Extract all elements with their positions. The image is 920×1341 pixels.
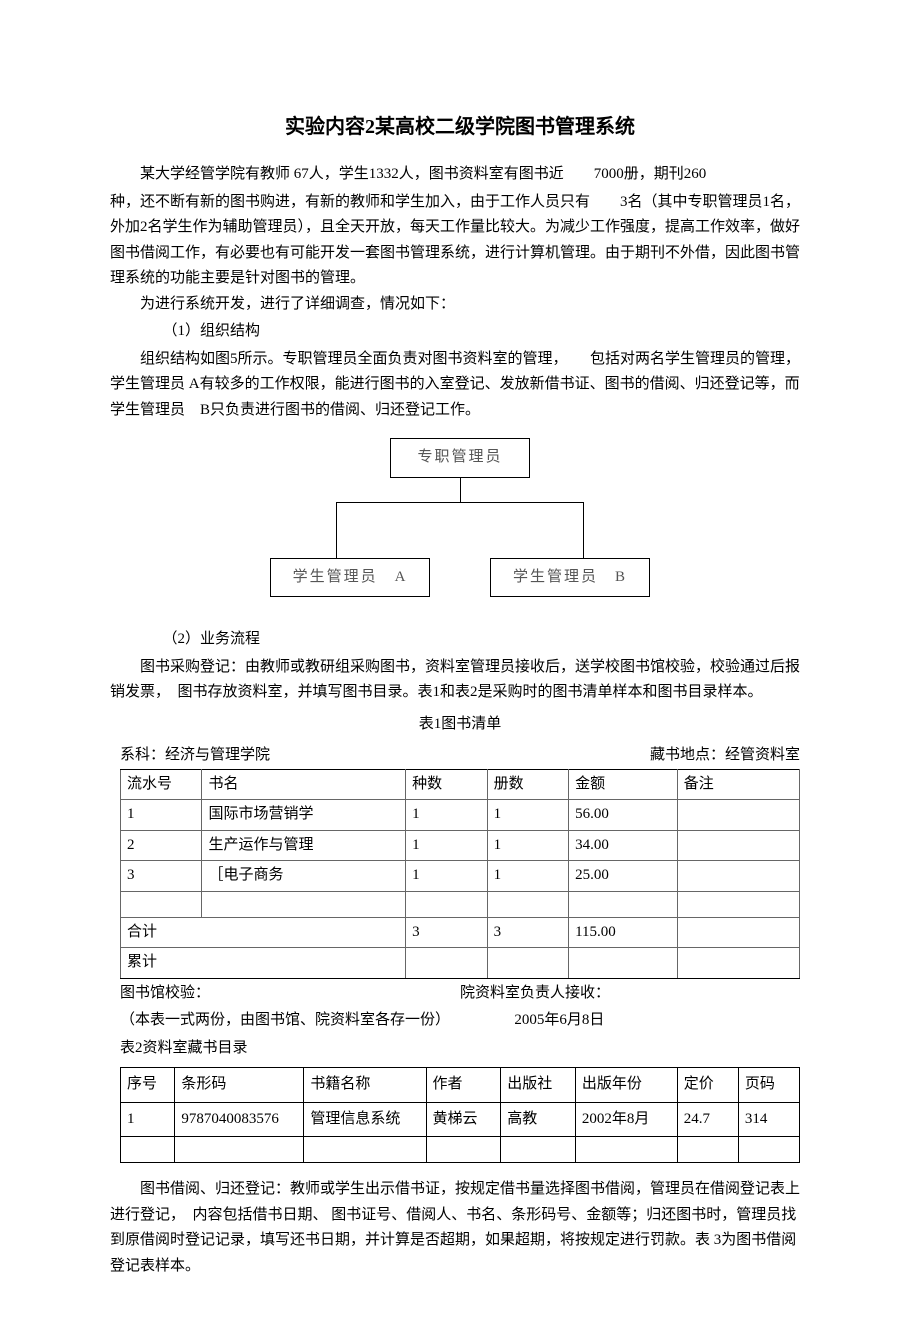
paragraph: 种，还不断有新的图书购进，有新的教师和学生加入，由于工作人员只有 3名（其中专职… — [110, 190, 810, 292]
table-header-row: 序号 条形码 书籍名称 作者 出版社 出版年份 定价 页码 — [121, 1068, 800, 1103]
cell: 1 — [121, 800, 202, 831]
cell — [487, 891, 568, 917]
page-title: 实验内容2某高校二级学院图书管理系统 — [110, 110, 810, 144]
table-sum-row: 合计 3 3 115.00 — [121, 917, 800, 948]
cell: 3 — [487, 917, 568, 948]
cell: 56.00 — [569, 800, 678, 831]
paragraph: 某大学经管学院有教师 67人，学生1332人，图书资料室有图书近 7000册，期… — [110, 162, 810, 188]
cell: 国际市场营销学 — [202, 800, 406, 831]
col-h: 种数 — [406, 769, 487, 800]
cell: 1 — [487, 830, 568, 861]
cell — [738, 1137, 799, 1163]
col-h: 作者 — [426, 1068, 501, 1103]
section-heading: （2）业务流程 — [110, 627, 810, 653]
cell — [175, 1137, 304, 1163]
cell — [677, 948, 799, 979]
col-h: 条形码 — [175, 1068, 304, 1103]
cell: 累计 — [121, 948, 406, 979]
table-row: 1 9787040083576 管理信息系统 黄梯云 高教 2002年8月 24… — [121, 1102, 800, 1137]
cell — [121, 1137, 175, 1163]
org-chart: 专职管理员 学生管理员 A 学生管理员 B — [270, 438, 650, 597]
col-h: 书名 — [202, 769, 406, 800]
cell — [677, 891, 799, 917]
cell: 2 — [121, 830, 202, 861]
cell: 25.00 — [569, 861, 678, 892]
col-h: 页码 — [738, 1068, 799, 1103]
col-h: 出版社 — [501, 1068, 576, 1103]
table-book-list: 流水号 书名 种数 册数 金额 备注 1 国际市场营销学 1 1 56.00 2… — [120, 769, 800, 979]
org-box-student-a: 学生管理员 A — [270, 558, 430, 598]
cell: 24.7 — [677, 1102, 738, 1137]
cell: 3 — [121, 861, 202, 892]
table-caption: 表1图书清单 — [110, 712, 810, 738]
table-row: 3 ［电子商务 1 1 25.00 — [121, 861, 800, 892]
cell: 1 — [406, 800, 487, 831]
table-catalog: 序号 条形码 书籍名称 作者 出版社 出版年份 定价 页码 1 97870400… — [120, 1067, 800, 1163]
table-row: 2 生产运作与管理 1 1 34.00 — [121, 830, 800, 861]
cell: 合计 — [121, 917, 406, 948]
cell: 高教 — [501, 1102, 576, 1137]
table-foot-note: （本表一式两份，由图书馆、院资料室各存一份） — [120, 1008, 514, 1034]
table-foot-date: 2005年6月8日 — [514, 1008, 800, 1034]
paragraph: 为进行系统开发，进行了详细调查，情况如下： — [110, 292, 810, 318]
table-row: 1 国际市场营销学 1 1 56.00 — [121, 800, 800, 831]
col-h: 书籍名称 — [304, 1068, 426, 1103]
cell: 1 — [487, 861, 568, 892]
cell — [487, 948, 568, 979]
col-h: 序号 — [121, 1068, 175, 1103]
table-foot-left: 图书馆校验： — [120, 981, 460, 1007]
cell: 管理信息系统 — [304, 1102, 426, 1137]
col-h: 备注 — [677, 769, 799, 800]
col-h: 流水号 — [121, 769, 202, 800]
table-meta-right: 藏书地点：经管资料室 — [650, 743, 800, 769]
cell — [202, 891, 406, 917]
cell: 生产运作与管理 — [202, 830, 406, 861]
org-box-student-b: 学生管理员 B — [490, 558, 650, 598]
col-h: 定价 — [677, 1068, 738, 1103]
cell: 34.00 — [569, 830, 678, 861]
cell: 1 — [121, 1102, 175, 1137]
cell — [677, 1137, 738, 1163]
cell: 9787040083576 — [175, 1102, 304, 1137]
cell — [304, 1137, 426, 1163]
cell — [575, 1137, 677, 1163]
cell: ［电子商务 — [202, 861, 406, 892]
col-h: 出版年份 — [575, 1068, 677, 1103]
cell — [677, 917, 799, 948]
table-caption: 表2资料室藏书目录 — [120, 1036, 800, 1062]
cell: 2002年8月 — [575, 1102, 677, 1137]
cell: 1 — [406, 830, 487, 861]
cell: 1 — [406, 861, 487, 892]
cell: 1 — [487, 800, 568, 831]
cell — [677, 800, 799, 831]
org-connectors — [270, 478, 650, 558]
table-row — [121, 891, 800, 917]
cell — [121, 891, 202, 917]
table-meta-left: 系科：经济与管理学院 — [120, 743, 270, 769]
table-acc-row: 累计 — [121, 948, 800, 979]
cell — [677, 861, 799, 892]
cell: 3 — [406, 917, 487, 948]
table-foot-right: 院资料室负责人接收： — [460, 981, 800, 1007]
paragraph: 图书借阅、归还登记：教师或学生出示借书证，按规定借书量选择图书借阅，管理员在借阅… — [110, 1177, 810, 1279]
cell — [569, 948, 678, 979]
cell — [569, 891, 678, 917]
cell — [426, 1137, 501, 1163]
cell — [501, 1137, 576, 1163]
table-header-row: 流水号 书名 种数 册数 金额 备注 — [121, 769, 800, 800]
cell — [406, 948, 487, 979]
cell — [406, 891, 487, 917]
cell: 115.00 — [569, 917, 678, 948]
paragraph: 图书采购登记：由教师或教研组采购图书，资料室管理员接收后，送学校图书馆校验，校验… — [110, 655, 810, 706]
org-box-admin: 专职管理员 — [390, 438, 530, 478]
cell: 黄梯云 — [426, 1102, 501, 1137]
cell — [677, 830, 799, 861]
table-row — [121, 1137, 800, 1163]
section-heading: （1）组织结构 — [110, 319, 810, 345]
col-h: 册数 — [487, 769, 568, 800]
paragraph: 组织结构如图5所示。专职管理员全面负责对图书资料室的管理， 包括对两名学生管理员… — [110, 347, 810, 424]
col-h: 金额 — [569, 769, 678, 800]
cell: 314 — [738, 1102, 799, 1137]
